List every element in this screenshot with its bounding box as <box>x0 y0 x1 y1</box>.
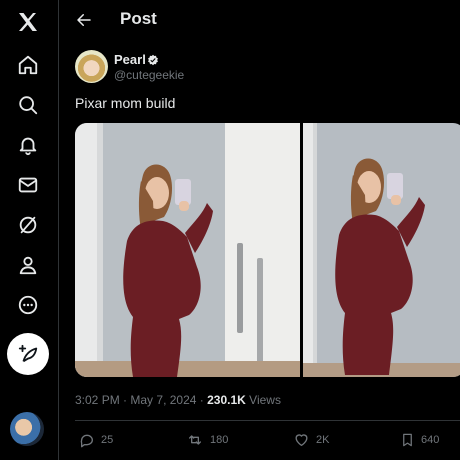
search-icon[interactable] <box>9 86 47 124</box>
more-icon[interactable] <box>9 286 47 324</box>
reply-button[interactable]: 25 <box>79 432 113 448</box>
reply-icon <box>80 434 93 448</box>
compose-post-button[interactable] <box>7 333 49 375</box>
profile-icon[interactable] <box>9 246 47 284</box>
bookmark-icon <box>403 433 412 447</box>
post-detail: Post Pearl @cutegeekie Pixar mom build 3… <box>59 0 460 460</box>
post-date[interactable]: May 7, 2024 <box>130 393 196 407</box>
grok-icon[interactable] <box>9 206 47 244</box>
repost-button[interactable]: 180 <box>186 432 228 448</box>
verified-badge-icon <box>147 53 159 66</box>
author-name[interactable]: Pearl <box>114 52 146 67</box>
views-count: 230.1K <box>207 393 246 407</box>
like-count: 2K <box>316 434 330 446</box>
bell-icon[interactable] <box>9 126 47 164</box>
repost-icon <box>189 435 201 445</box>
back-arrow-icon[interactable] <box>74 10 94 30</box>
post-media[interactable] <box>75 123 460 377</box>
post-meta: 3:02 PM · May 7, 2024 · 230.1K Views <box>75 393 281 407</box>
meta-separator: · <box>123 393 128 407</box>
feather-plus-icon <box>18 344 38 363</box>
views-label: Views <box>249 393 281 407</box>
heart-icon <box>295 434 308 446</box>
post-time[interactable]: 3:02 PM <box>75 393 120 407</box>
reply-count: 25 <box>101 434 114 446</box>
bookmark-button[interactable]: 640 <box>400 432 439 448</box>
x-logo-icon[interactable] <box>9 3 47 41</box>
bookmark-count: 640 <box>421 434 440 446</box>
author-avatar[interactable] <box>75 50 108 83</box>
divider <box>75 420 460 421</box>
account-avatar[interactable] <box>10 412 44 446</box>
author-handle[interactable]: @cutegeekie <box>114 68 184 82</box>
post-photo-1[interactable] <box>75 123 300 377</box>
page-title: Post <box>120 9 157 28</box>
home-icon[interactable] <box>9 46 47 84</box>
post-photo-2[interactable] <box>303 123 460 377</box>
like-button[interactable]: 2K <box>293 432 329 448</box>
repost-count: 180 <box>210 434 229 446</box>
post-text: Pixar mom build <box>75 95 176 111</box>
sidebar <box>0 0 59 460</box>
meta-separator: · <box>199 393 204 407</box>
mail-icon[interactable] <box>9 166 47 204</box>
